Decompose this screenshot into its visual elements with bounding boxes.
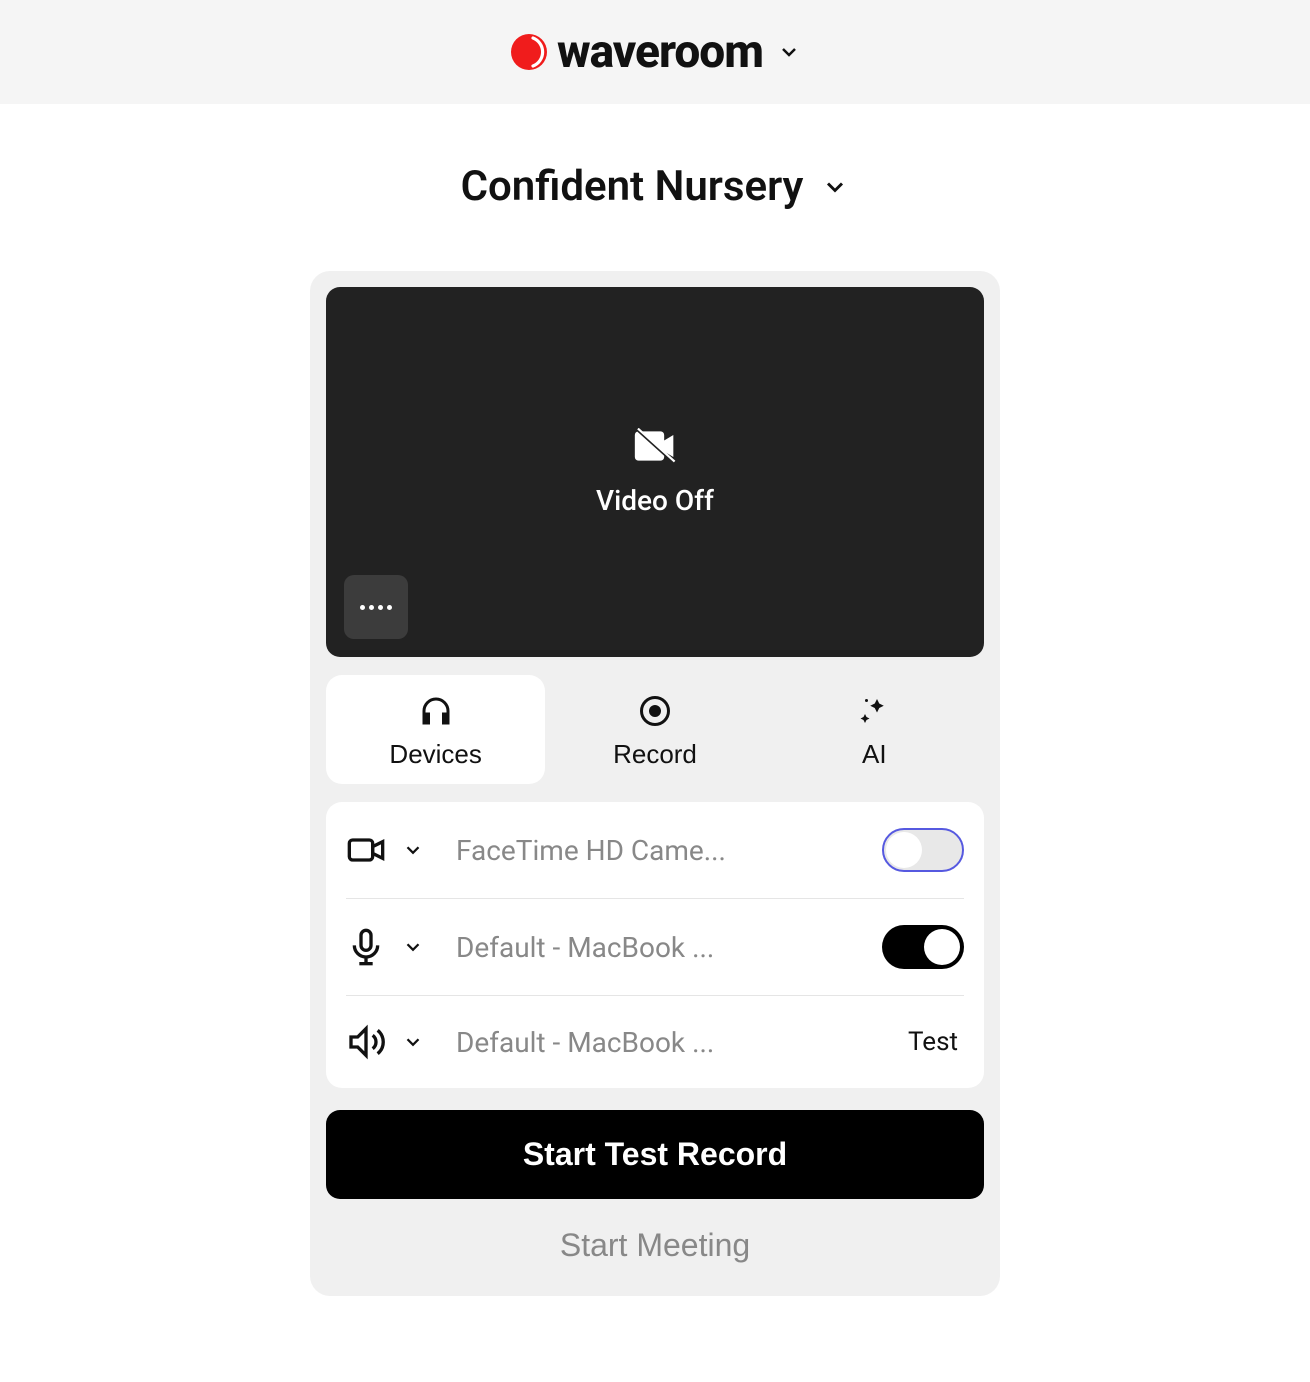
camera-toggle[interactable]	[882, 828, 964, 872]
camera-device-name: FaceTime HD Came...	[456, 834, 866, 867]
tab-devices[interactable]: Devices	[326, 675, 545, 784]
setup-card: Video Off Devices Record	[310, 271, 1000, 1296]
speaker-icon	[346, 1022, 386, 1062]
speaker-device-name: Default - MacBook ...	[456, 1026, 886, 1059]
chevron-down-icon[interactable]	[821, 173, 849, 201]
tab-record[interactable]: Record	[545, 675, 764, 784]
microphone-toggle[interactable]	[882, 925, 964, 969]
chevron-down-icon[interactable]	[777, 40, 801, 64]
tab-ai[interactable]: AI	[765, 675, 984, 784]
tab-label: AI	[862, 739, 887, 770]
microphone-icon	[346, 927, 386, 967]
speaker-test-button[interactable]: Test	[902, 1027, 964, 1057]
brand-name: waveroom	[557, 25, 763, 79]
tab-label: Record	[613, 739, 697, 770]
video-status-label: Video Off	[596, 484, 714, 517]
start-test-record-button[interactable]: Start Test Record	[326, 1110, 984, 1199]
speaker-row: Default - MacBook ... Test	[346, 996, 964, 1088]
chevron-down-icon[interactable]	[402, 839, 424, 861]
camera-row: FaceTime HD Came...	[346, 802, 964, 899]
tab-label: Devices	[389, 739, 481, 770]
app-header: waveroom	[0, 0, 1310, 104]
more-icon	[360, 605, 392, 610]
microphone-device-name: Default - MacBook ...	[456, 931, 866, 964]
start-meeting-button[interactable]: Start Meeting	[326, 1199, 984, 1280]
headphones-icon	[418, 693, 454, 729]
chevron-down-icon[interactable]	[402, 1031, 424, 1053]
brand-logo[interactable]: waveroom	[509, 25, 763, 79]
room-title: Confident Nursery	[461, 162, 804, 211]
sparkle-icon	[856, 693, 892, 729]
tabs: Devices Record AI	[326, 675, 984, 784]
room-title-row[interactable]: Confident Nursery	[0, 162, 1310, 211]
video-off-icon	[633, 428, 677, 464]
more-options-button[interactable]	[344, 575, 408, 639]
brand-logo-icon	[509, 32, 549, 72]
microphone-row: Default - MacBook ...	[346, 899, 964, 996]
camera-icon	[346, 830, 386, 870]
record-icon	[637, 693, 673, 729]
chevron-down-icon[interactable]	[402, 936, 424, 958]
video-preview: Video Off	[326, 287, 984, 657]
device-panel: FaceTime HD Came... Default - MacBook ..…	[326, 802, 984, 1088]
